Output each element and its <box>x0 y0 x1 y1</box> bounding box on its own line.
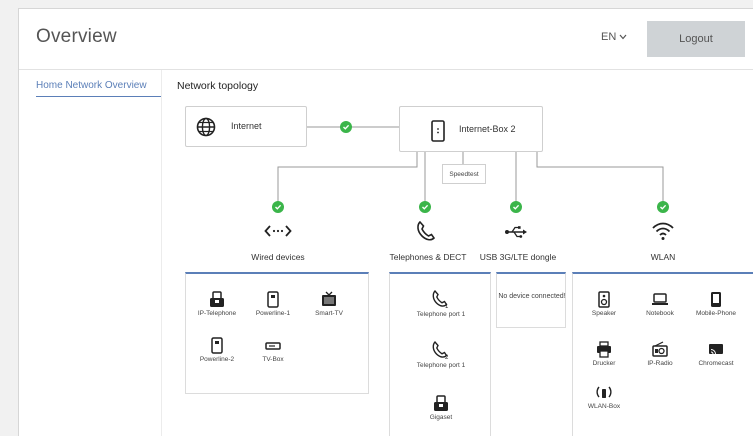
device-label: Powerline-1 <box>255 310 291 317</box>
device-label: WLAN-Box <box>587 403 621 410</box>
app-frame: Overview EN Logout Home Network Overview… <box>18 8 753 436</box>
device-label: Speaker <box>591 310 617 317</box>
desk-phone-icon <box>210 291 224 307</box>
device-telephone-port-2[interactable]: 2 Telephone port 1 <box>416 340 466 370</box>
category-label-wired: Wired devices <box>251 252 305 262</box>
device-label: Smart-TV <box>315 310 343 317</box>
device-drucker[interactable]: Drucker <box>579 341 629 368</box>
device-gigaset[interactable]: Gigaset <box>416 395 466 422</box>
device-ip-telephone[interactable]: IP-Telephone <box>192 291 242 318</box>
device-tv-box[interactable]: TV-Box <box>248 337 298 364</box>
svg-text:1: 1 <box>445 304 449 309</box>
usb-icon <box>505 226 527 238</box>
status-ok-icon <box>657 201 669 213</box>
internet-box-node[interactable]: Internet-Box 2 <box>399 106 543 152</box>
wlan-box-icon <box>596 386 612 398</box>
device-label: TV-Box <box>262 356 284 363</box>
wired-devices-panel: IP-Telephone Powerline-1 Smart-TV Powerl… <box>185 272 369 394</box>
svg-text:2: 2 <box>445 355 449 360</box>
category-label-wlan: WLAN <box>650 252 676 262</box>
device-speaker[interactable]: Speaker <box>579 291 629 318</box>
cast-icon <box>709 344 723 355</box>
wired-arrows-icon <box>264 225 292 237</box>
device-label: Chromecast <box>698 360 734 367</box>
device-powerline-1[interactable]: Powerline-1 <box>248 291 298 318</box>
status-ok-icon <box>419 201 431 213</box>
tv-icon <box>322 291 336 306</box>
router-box-icon <box>431 120 445 142</box>
category-label-usb: USB 3G/LTE dongle <box>479 252 557 262</box>
device-label: Gigaset <box>429 414 453 421</box>
status-ok-icon <box>340 121 352 133</box>
laptop-icon <box>652 293 668 305</box>
device-label: Notebook <box>646 310 674 317</box>
wifi-icon <box>652 222 674 240</box>
usb-dongle-panel: No device connected! <box>496 272 566 328</box>
device-wlan-box[interactable]: WLAN-Box <box>579 384 629 411</box>
powerline-plug-icon <box>211 337 223 354</box>
printer-icon <box>597 341 611 358</box>
device-label: Telephone port 1 <box>416 362 466 369</box>
telephones-panel: 1 Telephone port 1 2 Telephone port 1 Gi… <box>389 272 491 436</box>
powerline-plug-icon <box>267 291 279 308</box>
device-powerline-2[interactable]: Powerline-2 <box>192 337 242 364</box>
device-label: Telephone port 1 <box>416 311 466 318</box>
category-label-telephones: Telephones & DECT <box>389 252 467 262</box>
device-label: IP-Telephone <box>197 310 237 317</box>
device-chromecast[interactable]: Chromecast <box>691 341 741 368</box>
desk-phone-icon <box>434 395 448 411</box>
status-ok-icon <box>272 201 284 213</box>
phone-port-1-icon: 1 <box>432 289 449 309</box>
phone-handset-icon <box>417 220 436 241</box>
speaker-icon <box>598 291 610 308</box>
wlan-panel: Speaker Notebook Mobile-Phone Drucker IP… <box>572 272 753 436</box>
no-device-message: No device connected! <box>498 293 566 300</box>
device-ip-radio[interactable]: IP-Radio <box>635 341 685 368</box>
internet-label: Internet <box>231 121 262 131</box>
speedtest-button[interactable]: Speedtest <box>442 164 486 184</box>
radio-icon <box>652 341 668 357</box>
device-label: Drucker <box>592 360 616 367</box>
device-telephone-port-1[interactable]: 1 Telephone port 1 <box>416 289 466 319</box>
device-mobile-phone[interactable]: Mobile-Phone <box>691 291 741 318</box>
status-ok-icon <box>510 201 522 213</box>
internet-box-label: Internet-Box 2 <box>459 124 516 134</box>
set-top-box-icon <box>265 342 281 350</box>
device-notebook[interactable]: Notebook <box>635 291 685 318</box>
device-smart-tv[interactable]: Smart-TV <box>304 291 354 318</box>
internet-node[interactable]: Internet <box>185 106 307 147</box>
device-label: Mobile-Phone <box>695 310 737 317</box>
globe-icon <box>196 117 216 137</box>
device-label: Powerline-2 <box>199 356 235 363</box>
mobile-phone-icon <box>711 292 721 307</box>
phone-port-2-icon: 2 <box>432 340 449 360</box>
device-label: IP-Radio <box>647 360 673 367</box>
